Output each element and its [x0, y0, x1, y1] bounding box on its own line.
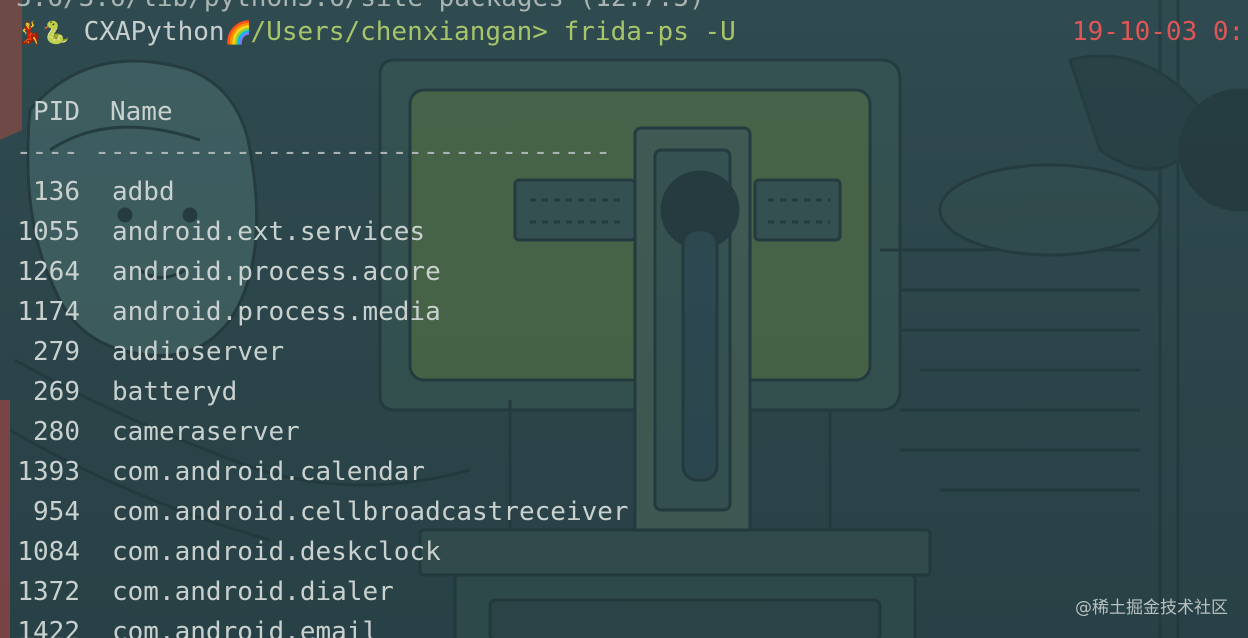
row-pid: 1055 [17, 217, 80, 247]
row-name: com.android.cellbroadcastreceiver [112, 497, 629, 527]
row-pid: 1393 [17, 457, 80, 487]
prompt-user: CXAPython [83, 17, 225, 47]
row-pid: 1422 [17, 617, 80, 638]
row-pid: 954 [33, 497, 80, 527]
row-name: audioserver [112, 337, 285, 367]
row-pid: 1264 [17, 257, 80, 287]
row-pid: 136 [33, 177, 80, 207]
row-pid: 1372 [17, 577, 80, 607]
prompt-command[interactable]: frida-ps -U [564, 17, 736, 47]
table-separator: ---- --------------------------------- [16, 132, 611, 172]
row-name: android.ext.services [112, 217, 426, 247]
rainbow-icon: 🌈 [224, 21, 252, 46]
table-row: 1372 com.android.dialer [16, 572, 394, 612]
row-pid: 269 [33, 377, 80, 407]
dancer-icon: 💃 [16, 21, 44, 46]
table-row: 1393 com.android.calendar [16, 452, 425, 492]
header-pid: PID [33, 97, 80, 127]
table-row: 1055 android.ext.services [16, 212, 425, 252]
table-row: 269 batteryd [16, 372, 237, 412]
row-name: com.android.email [112, 617, 379, 638]
row-name: batteryd [112, 377, 238, 407]
table-row: 1174 android.process.media [16, 292, 441, 332]
table-row: 1422 com.android.email [16, 612, 378, 638]
terminal-window[interactable]: 3.6/3.6/lib/python3.6/site-packages (12.… [0, 0, 1248, 638]
separator-name: --------------------------------- [94, 137, 611, 167]
table-row: 1084 com.android.deskclock [16, 532, 441, 572]
watermark: @稀土掘金技术社区 [1075, 598, 1228, 618]
prompt-line: 💃🐍 CXAPython🌈/Users/chenxiangan> frida-p… [16, 12, 736, 52]
row-name: com.android.calendar [112, 457, 426, 487]
table-row: 279 audioserver [16, 332, 284, 372]
row-name: adbd [112, 177, 175, 207]
table-header: PID Name [16, 92, 173, 132]
row-name: cameraserver [112, 417, 300, 447]
row-pid: 1174 [17, 297, 80, 327]
row-pid: 279 [33, 337, 80, 367]
snake-icon: 🐍 [42, 21, 70, 46]
row-name: com.android.deskclock [112, 537, 441, 567]
row-pid: 1084 [17, 537, 80, 567]
row-name: android.process.media [112, 297, 441, 327]
prompt-path: /Users/chenxiangan> [250, 17, 548, 47]
header-name: Name [110, 97, 173, 127]
table-row: 1264 android.process.acore [16, 252, 441, 292]
table-row: 136 adbd [16, 172, 175, 212]
prompt-timestamp: 19-10-03 0: [1072, 17, 1245, 47]
row-name: com.android.dialer [112, 577, 394, 607]
table-row: 954 com.android.cellbroadcastreceiver [16, 492, 629, 532]
row-name: android.process.acore [112, 257, 441, 287]
separator-pid: ---- [16, 137, 79, 167]
row-pid: 280 [33, 417, 80, 447]
table-row: 280 cameraserver [16, 412, 300, 452]
